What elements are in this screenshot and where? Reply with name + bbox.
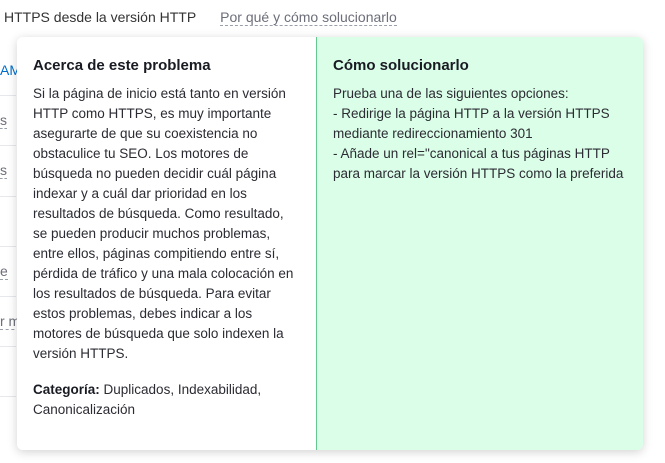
bg-edge-fragment[interactable]: s — [0, 162, 7, 179]
fix-intro: Prueba una de las siguientes opciones: — [333, 86, 569, 101]
issue-title: HTTPS desde la versión HTTP — [4, 9, 197, 25]
bg-divider — [0, 95, 16, 96]
issue-title-row: HTTPS desde la versión HTTP Por qué y có… — [4, 9, 397, 26]
bg-divider — [0, 145, 16, 146]
bg-edge-fragment[interactable]: e — [0, 263, 8, 280]
bg-divider — [0, 396, 16, 397]
issue-info-popover: Acerca de este problema Si la página de … — [17, 37, 643, 450]
why-and-how-to-fix-link[interactable]: Por qué y cómo solucionarlo — [220, 9, 397, 26]
how-to-fix-heading: Cómo solucionarlo — [333, 57, 469, 74]
category-label: Categoría: — [33, 382, 100, 397]
category-row: Categoría: Duplicados, Indexabilidad, Ca… — [33, 380, 300, 420]
about-problem-heading: Acerca de este problema — [33, 57, 211, 74]
fix-option: - Redirige la página HTTP a la versión H… — [333, 106, 610, 141]
bg-divider — [0, 346, 16, 347]
how-to-fix-panel: Cómo solucionarlo Prueba una de las sigu… — [316, 37, 643, 450]
about-problem-panel: Acerca de este problema Si la página de … — [17, 37, 316, 450]
fix-option: - Añade un rel="canonical a tus páginas … — [333, 146, 624, 181]
bg-divider — [0, 296, 16, 297]
how-to-fix-text: Prueba una de las siguientes opciones: -… — [333, 84, 627, 184]
bg-divider — [0, 246, 16, 247]
bg-divider — [0, 196, 16, 197]
about-problem-text: Si la página de inicio está tanto en ver… — [33, 86, 294, 361]
bg-edge-fragment[interactable]: s — [0, 112, 7, 129]
